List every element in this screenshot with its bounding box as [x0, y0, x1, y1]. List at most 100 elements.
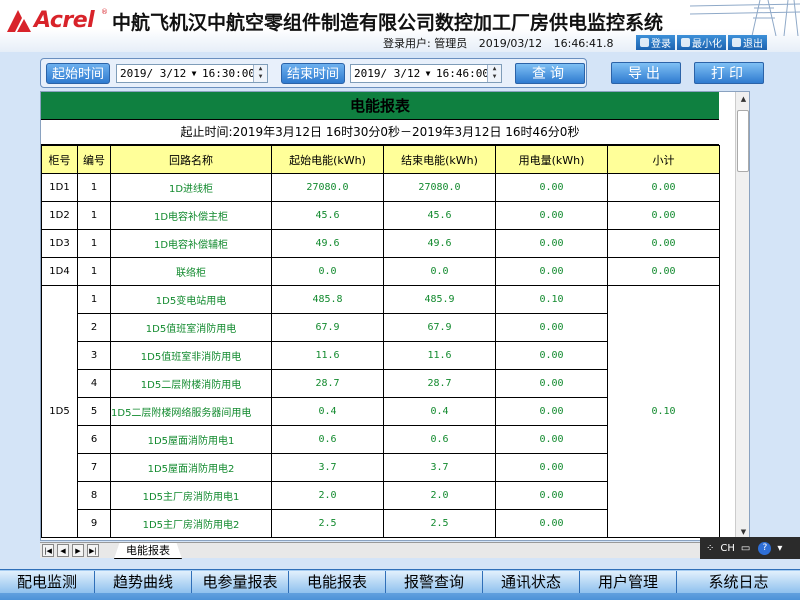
login-icon — [640, 38, 649, 47]
vertical-scrollbar[interactable]: ▲ ▼ — [735, 92, 749, 540]
no-cell: 1 — [77, 201, 111, 230]
top-buttons: 登录 最小化 退出 — [634, 35, 767, 50]
usage-cell: 0.10 — [495, 285, 608, 314]
column-header: 起始电能(kWh) — [271, 145, 384, 174]
circuit-name-cell: 1D电容补偿主柜 — [110, 201, 272, 230]
prev-sheet-icon[interactable]: ◀ — [57, 544, 69, 557]
spinner-icon[interactable]: ▲ ▼ — [487, 65, 501, 82]
chevron-down-icon[interactable]: ▼ — [189, 69, 199, 78]
print-button[interactable]: 打印 — [694, 62, 764, 84]
circuit-name-cell: 1D进线柜 — [110, 173, 272, 202]
no-cell: 8 — [77, 481, 111, 510]
exit-button[interactable]: 退出 — [728, 35, 767, 50]
next-sheet-icon[interactable]: ▶ — [72, 544, 84, 557]
end-energy-cell: 3.7 — [383, 453, 496, 482]
nav-distribution-monitor[interactable]: 配电监测 — [0, 571, 95, 593]
usage-cell: 0.00 — [495, 341, 608, 370]
help-icon[interactable]: ? — [758, 541, 772, 555]
table-row: 1D2 1 1D电容补偿主柜 45.6 45.6 0.00 0.00 — [41, 201, 720, 230]
start-time-label: 起始时间 — [46, 63, 111, 84]
user-info: 登录用户: 管理员 2019/03/12 16:46:41.8 — [383, 35, 622, 51]
chevron-down-icon[interactable]: ▼ — [423, 69, 433, 78]
table-row: 1D1 1 1D进线柜 27080.0 27080.0 0.00 0.00 — [41, 173, 720, 202]
table-header-row: 柜号 编号 回路名称 起始电能(kWh) 结束电能(kWh) 用电量(kWh) … — [41, 145, 720, 174]
report-title: 电能报表 — [41, 92, 719, 120]
circuit-name-cell: 1D5主厂房消防用电1 — [110, 481, 272, 510]
grid-dots-icon: ⁘ — [706, 542, 715, 554]
subtotal-cell: 0.00 — [607, 201, 720, 230]
usage-cell: 0.00 — [495, 481, 608, 510]
no-cell: 3 — [77, 341, 111, 370]
start-energy-cell: 3.7 — [271, 453, 384, 482]
circuit-name-cell: 1D5主厂房消防用电2 — [110, 509, 272, 538]
end-time-label: 结束时间 — [281, 63, 346, 84]
end-energy-cell: 27080.0 — [383, 173, 496, 202]
last-sheet-icon[interactable]: ▶| — [87, 544, 99, 557]
sheet-tab-energy-report[interactable]: 电能报表 — [114, 543, 182, 559]
spinner-icon[interactable]: ▲ ▼ — [253, 65, 267, 82]
usage-cell: 0.00 — [495, 425, 608, 454]
logo-text: Acrel — [34, 8, 95, 33]
nav-trend-curve[interactable]: 趋势曲线 — [95, 571, 192, 593]
end-time-picker[interactable]: 2019/ 3/12 ▼ 16:46:00 ▲ ▼ — [350, 64, 502, 83]
acrel-logo: Acrel ® — [4, 6, 109, 36]
no-cell: 2 — [77, 313, 111, 342]
cabinet-cell: 1D1 — [41, 173, 78, 202]
circuit-name-cell: 1D5值班室消防用电 — [110, 313, 272, 342]
nav-system-log[interactable]: 系统日志 — [677, 571, 800, 593]
first-sheet-icon[interactable]: |◀ — [42, 544, 54, 557]
end-energy-cell: 45.6 — [383, 201, 496, 230]
user-bar: 登录用户: 管理员 2019/03/12 16:46:41.8 登录 最小化 退… — [0, 34, 800, 51]
nav-user-management[interactable]: 用户管理 — [580, 571, 677, 593]
usage-cell: 0.00 — [495, 313, 608, 342]
nav-parameter-report[interactable]: 电参量报表 — [192, 571, 289, 593]
start-energy-cell: 485.8 — [271, 285, 384, 314]
start-energy-cell: 28.7 — [271, 369, 384, 398]
login-button[interactable]: 登录 — [636, 35, 675, 50]
query-bar: 起始时间 2019/ 3/12 ▼ 16:30:00 ▲ ▼ 结束时间 2019/… — [40, 58, 587, 88]
circuit-name-cell: 1D电容补偿辅柜 — [110, 229, 272, 258]
export-button[interactable]: 导出 — [611, 62, 681, 84]
ime-indicator[interactable]: ⁘ CH ▭ ? ▾ — [700, 537, 800, 559]
minimize-label: 最小化 — [692, 39, 722, 50]
column-header: 结束电能(kWh) — [383, 145, 496, 174]
start-energy-cell: 0.0 — [271, 257, 384, 286]
user-label: 登录用户: 管理员 — [383, 37, 468, 50]
app-header: Acrel ® 中航飞机汉中航空零组件制造有限公司数控加工厂房供电监控系统 登录… — [0, 0, 800, 52]
circuit-name-cell: 1D5屋面消防用电2 — [110, 453, 272, 482]
nav-energy-report[interactable]: 电能报表 — [289, 571, 386, 593]
end-energy-cell: 11.6 — [383, 341, 496, 370]
start-time-value: 16:30:00 — [202, 67, 255, 80]
sheet-tab-bar: |◀ ◀ ▶ ▶| 电能报表 — [40, 542, 700, 559]
end-energy-cell: 2.0 — [383, 481, 496, 510]
usage-cell: 0.00 — [495, 201, 608, 230]
subtotal-cell: 0.00 — [607, 257, 720, 286]
start-energy-cell: 67.9 — [271, 313, 384, 342]
scroll-thumb[interactable] — [737, 110, 749, 172]
circuit-name-cell: 1D5二层附楼消防用电 — [110, 369, 272, 398]
end-energy-cell: 0.4 — [383, 397, 496, 426]
start-time-picker[interactable]: 2019/ 3/12 ▼ 16:30:00 ▲ ▼ — [116, 64, 268, 83]
end-energy-cell: 0.0 — [383, 257, 496, 286]
circuit-name-cell: 联络柜 — [110, 257, 272, 286]
report-time-range: 起止时间:2019年3月12日 16时30分0秒－2019年3月12日 16时4… — [41, 120, 719, 145]
scroll-up-icon[interactable]: ▲ — [736, 92, 749, 107]
table-row: 1D5 1 1D5变电站用电 485.8 485.9 0.10 0.10 — [41, 285, 720, 538]
start-energy-cell: 0.4 — [271, 397, 384, 426]
search-button[interactable]: 查询 — [515, 63, 585, 84]
start-date-value: 2019/ 3/12 — [120, 67, 187, 80]
circuit-name-cell: 1D5二层附楼网络服务器间用电 — [110, 397, 272, 426]
subtotal-cell: 0.00 — [607, 229, 720, 258]
minimize-button[interactable]: 最小化 — [677, 35, 726, 50]
nav-alarm-query[interactable]: 报警查询 — [386, 571, 483, 593]
start-energy-cell: 11.6 — [271, 341, 384, 370]
start-energy-cell: 0.6 — [271, 425, 384, 454]
chevron-icon[interactable]: ▾ — [777, 543, 782, 554]
no-cell: 9 — [77, 509, 111, 538]
energy-report-table: 柜号 编号 回路名称 起始电能(kWh) 结束电能(kWh) 用电量(kWh) … — [41, 145, 720, 538]
column-header: 编号 — [77, 145, 111, 174]
nav-comm-status[interactable]: 通讯状态 — [483, 571, 580, 593]
exit-label: 退出 — [743, 39, 763, 50]
keyboard-icon: ▭ — [740, 542, 751, 554]
no-cell: 1 — [77, 257, 111, 286]
